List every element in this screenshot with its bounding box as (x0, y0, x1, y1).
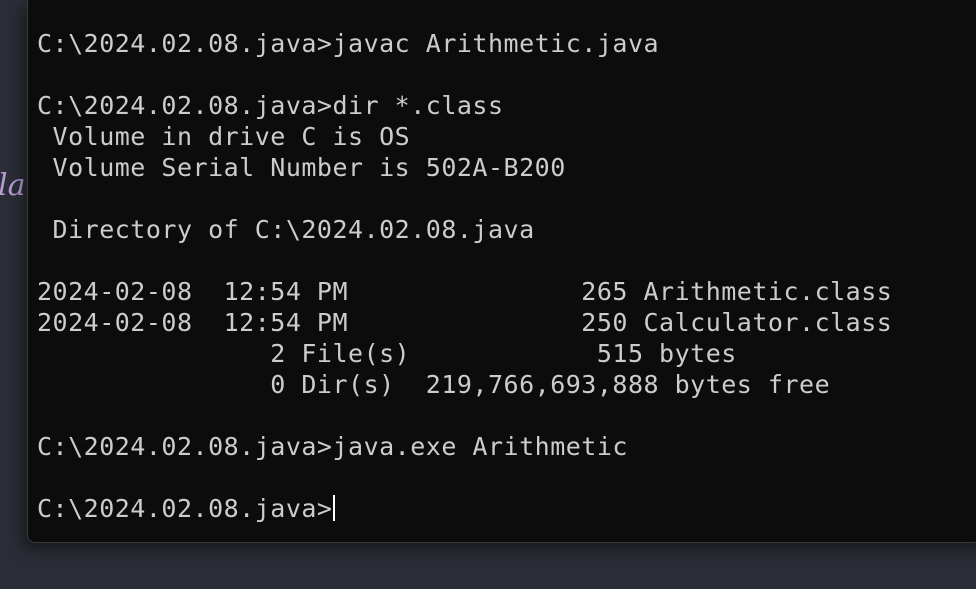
terminal-line: Directory of C:\2024.02.08.java (37, 215, 535, 244)
terminal-prompt-line[interactable]: C:\2024.02.08.java> (37, 493, 892, 524)
terminal-line: 2024-02-08 12:54 PM 250 Calculator.class (37, 308, 893, 337)
text-cursor (333, 495, 336, 521)
terminal-line: Volume Serial Number is 502A-B200 (37, 153, 566, 182)
terminal-line: C:\2024.02.08.java>dir *.class (37, 91, 504, 120)
terminal-line: 2024-02-08 12:54 PM 265 Arithmetic.class (37, 277, 893, 306)
terminal-line: C:\2024.02.08.java>java.exe Arithmetic (37, 432, 628, 461)
terminal-output[interactable]: C:\2024.02.08.java>javac Arithmetic.java… (37, 28, 892, 524)
terminal-line: 0 Dir(s) 219,766,693,888 bytes free (37, 370, 831, 399)
terminal-window[interactable]: C:\2024.02.08.java>javac Arithmetic.java… (27, 0, 976, 543)
terminal-line: Volume in drive C is OS (37, 122, 411, 151)
background-window-text: la (0, 168, 26, 203)
terminal-prompt: C:\2024.02.08.java> (37, 494, 333, 523)
terminal-line: C:\2024.02.08.java>javac Arithmetic.java (37, 29, 660, 58)
terminal-line: 2 File(s) 515 bytes (37, 339, 737, 368)
